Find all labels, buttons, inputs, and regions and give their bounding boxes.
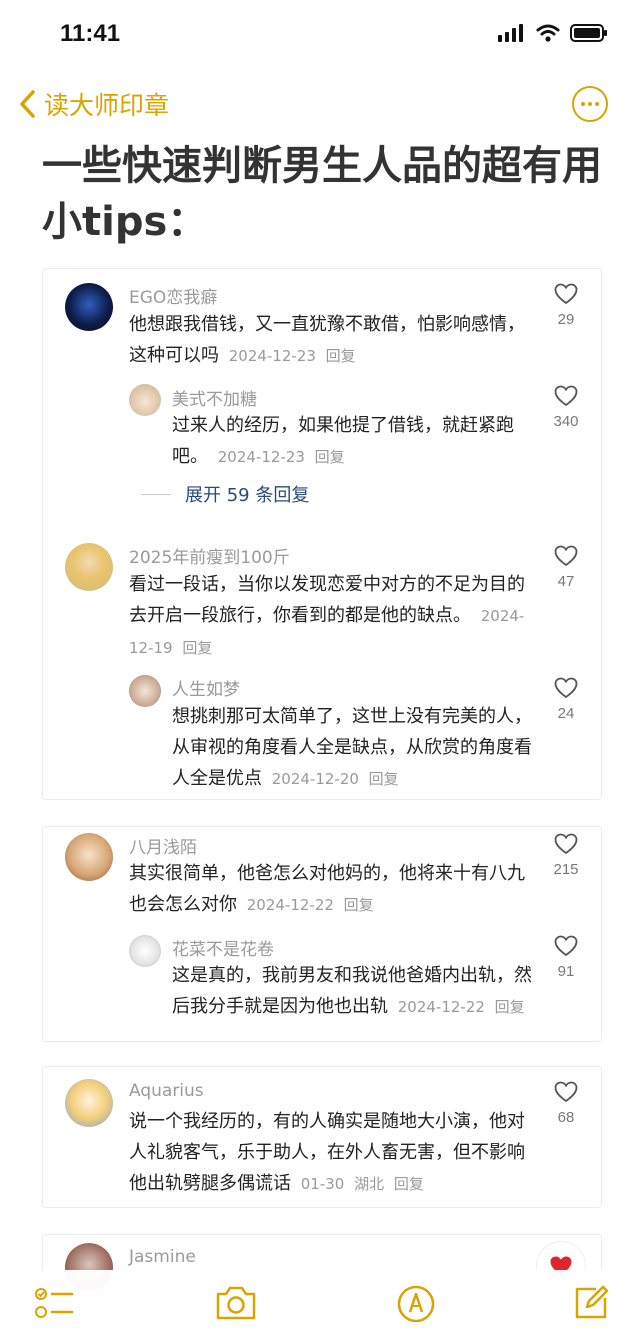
heart-icon	[554, 385, 578, 407]
comment-username[interactable]: 2025年前瘦到100斤	[129, 543, 290, 568]
comment-date: 01-30	[300, 1175, 345, 1193]
avatar[interactable]	[65, 1079, 113, 1127]
comment-card: EGO恋我癖 他想跟我借钱，又一直犹豫不敢借，怕影响感情，这种可以吗 2024-…	[42, 268, 602, 800]
markup-button[interactable]	[396, 1284, 436, 1328]
reply-text: 过来人的经历，如果他提了借钱，就赶紧跑吧。 2024-12-23 回复	[172, 410, 532, 473]
like-count: 340	[553, 413, 579, 430]
reply-link[interactable]: 回复	[495, 998, 525, 1016]
battery-icon	[570, 24, 607, 42]
avatar[interactable]	[65, 833, 113, 881]
like-count: 68	[557, 1109, 575, 1126]
like-count: 47	[557, 573, 575, 590]
reply-text: 这是真的，我前男友和我说他爸婚内出轨，然后我分手就是因为他也出轨 2024-12…	[172, 960, 532, 1023]
avatar[interactable]	[65, 283, 113, 331]
note-title: 一些快速判断男生人品的超有用小tips：	[42, 143, 602, 245]
reply-link[interactable]: 回复	[326, 347, 356, 365]
heart-icon	[554, 1081, 578, 1103]
checklist-icon	[35, 1288, 74, 1318]
reply-date: 2024-12-23	[217, 448, 305, 466]
heart-icon	[554, 935, 578, 957]
comment-date: 2024-12-22	[246, 896, 334, 914]
bottom-toolbar	[0, 1270, 640, 1340]
reply-link[interactable]: 回复	[394, 1175, 424, 1193]
nav-bar: 读大师印章	[0, 80, 640, 130]
status-time: 11:41	[60, 20, 121, 47]
status-icons	[498, 24, 608, 42]
comment-date: 2024-12-23	[228, 347, 316, 365]
heart-icon	[554, 283, 578, 305]
status-bar: 11:41	[0, 0, 640, 70]
compose-icon	[575, 1285, 609, 1319]
avatar[interactable]	[65, 543, 113, 591]
avatar[interactable]	[129, 384, 161, 416]
more-button[interactable]	[572, 86, 608, 122]
wifi-icon	[536, 24, 560, 42]
heart-icon	[554, 677, 578, 699]
back-label: 读大师印章	[44, 91, 170, 120]
camera-icon	[216, 1286, 256, 1320]
comment-username[interactable]: Aquarius	[129, 1081, 204, 1101]
pen-markup-icon	[397, 1285, 435, 1323]
expand-replies[interactable]: 展开 59 条回复	[141, 481, 309, 507]
comment-username[interactable]: Jasmine	[129, 1247, 196, 1267]
camera-button[interactable]	[214, 1284, 258, 1326]
like-button[interactable]: 91	[541, 935, 591, 980]
divider	[141, 493, 171, 495]
reply-link[interactable]: 回复	[369, 770, 399, 788]
comment-text: 看过一段话，当你以发现恋爱中对方的不足为目的去开启一段旅行，你看到的都是他的缺点…	[129, 569, 529, 664]
like-button[interactable]: 24	[541, 677, 591, 722]
like-count: 215	[553, 861, 579, 878]
reply-username[interactable]: 人生如梦	[172, 675, 240, 700]
like-button[interactable]: 47	[541, 545, 591, 590]
comment-text: 说一个我经历的，有的人确实是随地大小演，他对人礼貌客气，乐于助人，在外人畜无害，…	[129, 1106, 529, 1200]
comment-username[interactable]: EGO恋我癖	[129, 283, 217, 308]
like-count: 29	[557, 311, 575, 328]
reply-link[interactable]: 回复	[315, 448, 345, 466]
cellular-signal-icon	[498, 24, 523, 42]
expand-replies-label[interactable]: 展开 59 条回复	[185, 481, 309, 507]
comment-card: Aquarius 说一个我经历的，有的人确实是随地大小演，他对人礼貌客气，乐于助…	[42, 1066, 602, 1208]
reply-text: 想挑刺那可太简单了，这世上没有完美的人，从审视的角度看人全是缺点，从欣赏的角度看…	[172, 701, 532, 795]
checklist-button[interactable]	[32, 1284, 76, 1328]
like-button[interactable]: 29	[541, 283, 591, 328]
avatar[interactable]	[129, 935, 161, 967]
reply-link[interactable]: 回复	[182, 639, 212, 657]
comment-text: 他想跟我借钱，又一直犹豫不敢借，怕影响感情，这种可以吗 2024-12-23 回…	[129, 309, 529, 372]
heart-icon	[554, 545, 578, 567]
like-button[interactable]: 68	[541, 1081, 591, 1126]
comment-body: 看过一段话，当你以发现恋爱中对方的不足为目的去开启一段旅行，你看到的都是他的缺点…	[129, 574, 525, 626]
back-button[interactable]: 读大师印章	[18, 86, 169, 122]
like-button[interactable]: 215	[541, 833, 591, 878]
heart-icon	[554, 833, 578, 855]
avatar[interactable]	[129, 675, 161, 707]
comment-text: 其实很简单，他爸怎么对他妈的，他将来十有八九也会怎么对你 2024-12-22 …	[129, 858, 529, 921]
like-count: 91	[557, 963, 575, 980]
comment-card: 八月浅陌 其实很简单，他爸怎么对他妈的，他将来十有八九也会怎么对你 2024-1…	[42, 826, 602, 1042]
comment-username[interactable]: 八月浅陌	[129, 833, 197, 858]
reply-date: 2024-12-20	[271, 770, 359, 788]
compose-button[interactable]	[572, 1284, 610, 1326]
reply-link[interactable]: 回复	[344, 896, 374, 914]
chevron-left-icon	[20, 90, 35, 118]
more-icon	[581, 102, 585, 106]
comment-location: 湖北	[354, 1175, 385, 1193]
reply-username[interactable]: 花菜不是花卷	[172, 935, 274, 960]
reply-date: 2024-12-22	[397, 998, 485, 1016]
reply-username[interactable]: 美式不加糖	[172, 385, 257, 410]
like-count: 24	[557, 705, 575, 722]
like-button[interactable]: 340	[541, 385, 591, 430]
